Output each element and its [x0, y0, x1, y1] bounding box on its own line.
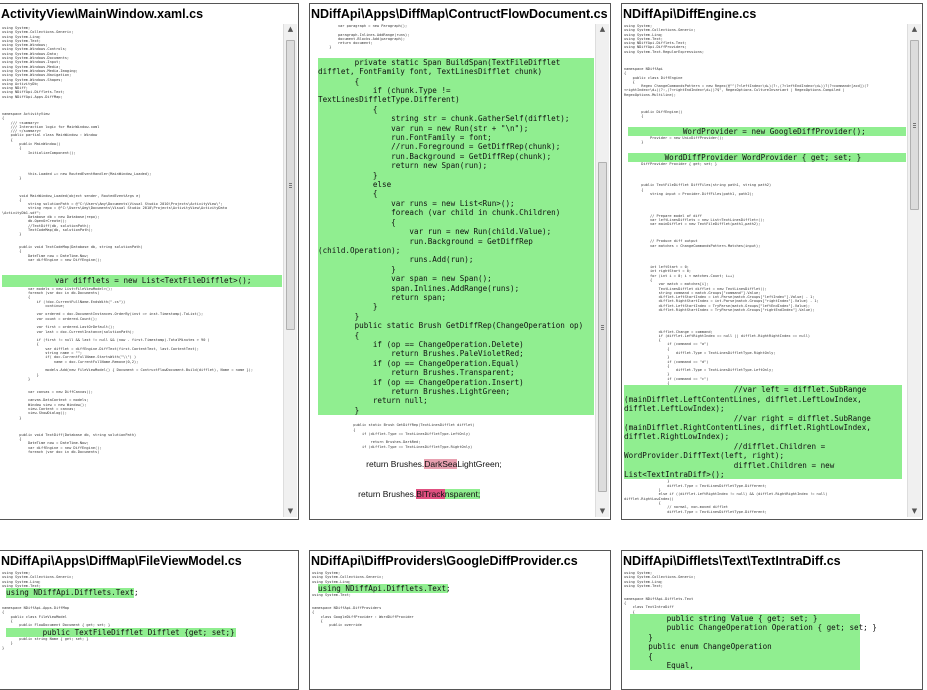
vertical-scrollbar[interactable]: ▲ ▼ [907, 24, 921, 517]
code-text: nsparent; [444, 489, 481, 499]
scrollbar-thumb[interactable] [598, 162, 607, 492]
code-pane-fileviewmodel[interactable]: NDiffApi\Apps\DiffMap\FileViewModel.cs u… [0, 550, 299, 690]
code-view: using System; using System.Collections.G… [624, 24, 906, 517]
code-lines: public static Brush GetDiffRep(TextLines… [353, 423, 475, 449]
code-text: return Brushes. [358, 489, 417, 499]
code-lines: using System; using System.Collections.G… [312, 571, 384, 584]
diff-delete-highlight: DarkSea [424, 459, 458, 469]
code-lines: using System; using System.Collections.G… [2, 571, 74, 588]
code-pane-diffengine[interactable]: NDiffApi\DiffEngine.cs using System; usi… [621, 3, 923, 520]
code-lines: using System; using System.Collections.G… [624, 24, 869, 119]
code-lines: using System.Text; namespace NDiffApi.Di… [312, 593, 414, 628]
scroll-up-icon[interactable]: ▲ [908, 24, 921, 35]
scroll-down-icon[interactable]: ▼ [284, 506, 297, 517]
code-text: LightGreen; [457, 459, 502, 469]
vertical-scrollbar[interactable]: ▲ ▼ [595, 24, 609, 517]
scroll-up-icon[interactable]: ▲ [596, 24, 609, 35]
code-view: var paragraph = new Paragraph(); paragra… [312, 24, 594, 517]
diff-highlight-insert: public string Value { get; set; } public… [630, 613, 877, 671]
diff-highlight-insert: var difflets = new List<TextFileDifflet>… [2, 275, 282, 287]
code-view: using System; using System.Collections.G… [312, 571, 608, 687]
code-lines: var paragraph = new Paragraph(); paragra… [329, 24, 410, 50]
pane-title: NDiffApi\Apps\DiffMap\FileViewModel.cs [1, 552, 297, 570]
scroll-up-icon[interactable]: ▲ [284, 24, 297, 35]
code-pane-mainwindow[interactable]: ActivityView\MainWindow.xaml.cs using Sy… [0, 3, 299, 520]
scroll-down-icon[interactable]: ▼ [908, 506, 921, 517]
diff-highlight-insert: WordDiffProvider WordProvider { get; set… [628, 152, 906, 162]
pane-title: NDiffApi\DiffProviders\GoogleDiffProvide… [311, 552, 609, 570]
diff-highlight-insert: public TextFileDifflet Difflet {get; set… [6, 627, 236, 638]
diff-highlight-insert: using NDiffApi.Difflets.Text; [6, 588, 139, 598]
intra-diff-line: return Brushes.DarkSeaLightGreen; [352, 449, 594, 479]
pane-title: NDiffApi\Apps\DiffMap\ContructFlowDocume… [311, 5, 609, 23]
code-lines: using System; using System.Collections.G… [624, 571, 696, 614]
code-lines: var models = new List<FileViewModel>(); … [19, 286, 253, 454]
code-pane-googlediffprovider[interactable]: NDiffApi\DiffProviders\GoogleDiffProvide… [309, 550, 611, 690]
diff-highlight-insert: private static Span BuildSpan(TextFileDi… [318, 57, 594, 416]
code-lines: DiffProvider Provider { get; set; } publ… [641, 161, 819, 386]
pane-title: NDiffApi\DiffEngine.cs [623, 5, 921, 23]
code-lines: namespace NDiffApi.Apps.DiffMap { public… [2, 606, 111, 628]
code-view: using System; using System.Collections.G… [2, 26, 282, 517]
diff-highlight-insert: using NDiffApi.Difflets.Text; [318, 583, 451, 594]
diff-highlight-insert: WordProvider = new GoogleDiffProvider(); [628, 126, 906, 136]
diff-highlight-insert: //var left = difflet.SubRange (mainDiffl… [624, 385, 902, 480]
code-pane-contructflowdocument[interactable]: NDiffApi\Apps\DiffMap\ContructFlowDocume… [309, 3, 611, 520]
scroll-down-icon[interactable]: ▼ [596, 506, 609, 517]
vertical-scrollbar[interactable]: ▲ ▼ [283, 24, 297, 517]
intra-diff-line: return Brushes.BlTracknsparent; [344, 479, 594, 509]
code-view: using System; using System.Collections.G… [2, 571, 296, 687]
scrollbar-thumb[interactable] [286, 40, 295, 330]
code-pane-textintradiff[interactable]: NDiffApi\Difflets\Text\TextIntraDiff.cs … [621, 550, 923, 690]
diff-delete-highlight: BlTrack [416, 489, 445, 499]
pane-title: ActivityView\MainWindow.xaml.cs [1, 5, 297, 23]
code-lines: public string Name { get; set; } } } [2, 637, 89, 650]
code-lines: Provider = new UnixDiffProvider(); } [641, 135, 724, 145]
code-text: return Brushes. [366, 459, 425, 469]
scrollbar-thumb[interactable] [910, 40, 919, 210]
code-lines: using System; using System.Collections.G… [2, 26, 228, 263]
code-view: using System; using System.Collections.G… [624, 571, 920, 687]
pane-title: NDiffApi\Difflets\Text\TextIntraDiff.cs [623, 552, 921, 570]
code-lines: } difflet.Type = TextLinesDiffletType.Di… [624, 479, 828, 514]
